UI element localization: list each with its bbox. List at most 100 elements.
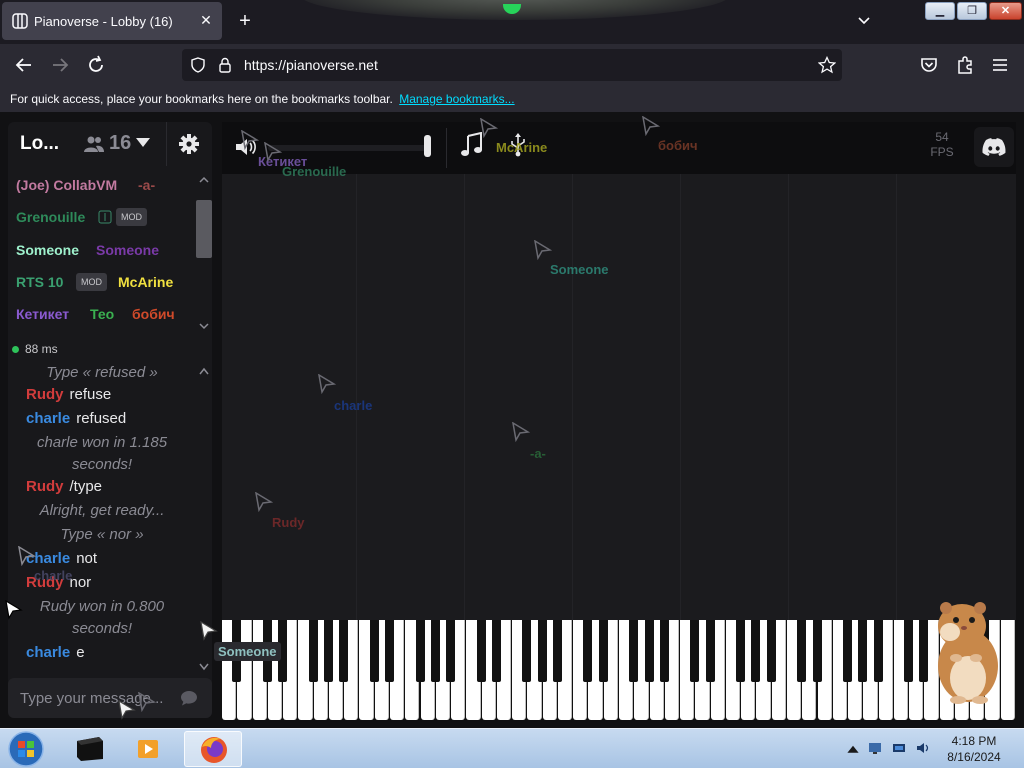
black-key[interactable] <box>843 620 853 682</box>
usb-icon <box>98 210 112 224</box>
manage-bookmarks-link[interactable]: Manage bookmarks... <box>399 92 514 106</box>
speech-bubble-icon[interactable] <box>180 689 198 707</box>
pianoverse-favicon-icon <box>12 13 28 29</box>
black-key[interactable] <box>369 620 379 682</box>
taskbar-app-media[interactable] <box>60 731 118 767</box>
user-chip[interactable]: (Joe) CollabVM <box>12 173 121 197</box>
user-chip[interactable]: Тео <box>86 302 118 326</box>
user-chip[interactable]: Кетикет <box>12 302 73 326</box>
close-window-button[interactable]: ✕ <box>989 2 1022 20</box>
user-chip[interactable]: McArine <box>114 270 177 294</box>
user-list: (Joe) CollabVM -a- Grenouille MOD Someon… <box>8 170 204 338</box>
black-key[interactable] <box>430 620 440 682</box>
user-chip[interactable]: бобич <box>128 302 179 326</box>
chevron-down-icon[interactable] <box>856 13 872 29</box>
chat-author[interactable]: Rudy <box>26 478 64 495</box>
caret-down-icon[interactable] <box>136 138 150 148</box>
system-message: Alright, get ready... <box>39 502 165 519</box>
taskbar-app-player[interactable] <box>120 731 178 767</box>
system-message: Type « refused » <box>46 364 158 381</box>
volume-slider-handle[interactable] <box>424 135 431 157</box>
chat-message: charle e <box>26 642 85 662</box>
chevron-down-icon[interactable] <box>198 662 210 672</box>
black-key[interactable] <box>552 620 562 682</box>
black-key[interactable] <box>522 620 532 682</box>
user-chip[interactable]: Grenouille <box>12 205 89 229</box>
remote-cursor-icon <box>200 621 218 641</box>
user-chip[interactable]: Someone <box>12 238 83 262</box>
close-tab-icon[interactable]: ✕ <box>198 12 214 28</box>
black-key[interactable] <box>736 620 746 682</box>
room-header[interactable]: Lo... 16 <box>8 122 212 166</box>
chat-author[interactable]: Rudy <box>26 386 64 403</box>
taskbar-app-firefox[interactable] <box>184 731 242 767</box>
black-box-icon <box>77 737 103 761</box>
speaker-icon[interactable] <box>916 741 930 755</box>
black-key[interactable] <box>415 620 425 682</box>
reload-icon[interactable] <box>85 54 107 76</box>
cursor-label: charle <box>34 568 73 583</box>
black-key[interactable] <box>797 620 807 682</box>
url-bar[interactable]: https://pianoverse.net <box>182 49 842 81</box>
black-key[interactable] <box>384 620 394 682</box>
black-key[interactable] <box>583 620 593 682</box>
black-key[interactable] <box>858 620 868 682</box>
lock-icon[interactable] <box>218 57 232 73</box>
black-key[interactable] <box>873 620 883 682</box>
minimize-window-button[interactable]: ▁ <box>925 2 955 20</box>
chevron-up-icon[interactable] <box>198 366 210 376</box>
ping-indicator: 88 ms <box>12 342 58 356</box>
windows-taskbar: 4:18 PM 8/16/2024 <box>0 728 1024 768</box>
black-key[interactable] <box>690 620 700 682</box>
black-key[interactable] <box>491 620 501 682</box>
user-chip[interactable]: -a- <box>134 173 159 197</box>
user-chip[interactable]: RTS 10 <box>12 270 67 294</box>
discord-button[interactable] <box>974 127 1014 167</box>
system-clock[interactable]: 4:18 PM 8/16/2024 <box>938 733 1010 765</box>
black-key[interactable] <box>339 620 349 682</box>
bookmark-star-icon[interactable] <box>818 56 836 74</box>
shield-icon[interactable] <box>190 57 206 73</box>
windows-start-icon[interactable] <box>6 730 46 768</box>
network-icon[interactable] <box>868 741 882 755</box>
black-key[interactable] <box>812 620 822 682</box>
black-key[interactable] <box>629 620 639 682</box>
forward-arrow-icon[interactable] <box>49 54 71 76</box>
restore-window-button[interactable]: ❐ <box>957 2 987 20</box>
black-key[interactable] <box>537 620 547 682</box>
clock-time: 4:18 PM <box>951 734 997 748</box>
new-tab-button[interactable]: + <box>234 10 256 32</box>
userlist-scroll-thumb[interactable] <box>196 200 212 258</box>
black-key[interactable] <box>446 620 456 682</box>
tray-expand-icon[interactable] <box>846 743 860 757</box>
cursor-label: Rudy <box>272 515 305 530</box>
back-arrow-icon[interactable] <box>13 54 35 76</box>
user-chip[interactable]: Someone <box>92 238 163 262</box>
volume-slider[interactable] <box>268 145 428 151</box>
extensions-puzzle-icon[interactable] <box>954 54 976 76</box>
cursor-label: McArine <box>496 140 548 155</box>
black-key[interactable] <box>751 620 761 682</box>
chat-author[interactable]: charle <box>26 644 70 661</box>
black-key[interactable] <box>766 620 776 682</box>
pocket-icon[interactable] <box>918 54 940 76</box>
black-key[interactable] <box>308 620 318 682</box>
black-key[interactable] <box>323 620 333 682</box>
black-key[interactable] <box>476 620 486 682</box>
black-key[interactable] <box>904 620 914 682</box>
display-icon[interactable] <box>892 741 906 755</box>
room-name[interactable]: Lo... <box>20 133 59 155</box>
gear-icon[interactable] <box>178 133 200 155</box>
browser-tab-pianoverse[interactable]: Pianoverse - Lobby (16) ✕ <box>2 2 222 40</box>
hamburger-menu-icon[interactable] <box>989 54 1011 76</box>
remote-cursor-icon <box>118 700 136 720</box>
firefox-icon <box>201 737 227 763</box>
cursor-label: Grenouille <box>282 164 347 179</box>
octave-gridline <box>680 174 681 620</box>
black-key[interactable] <box>705 620 715 682</box>
own-cursor-icon <box>5 600 23 620</box>
black-key[interactable] <box>598 620 608 682</box>
black-key[interactable] <box>659 620 669 682</box>
black-key[interactable] <box>644 620 654 682</box>
chat-author[interactable]: charle <box>26 410 70 427</box>
